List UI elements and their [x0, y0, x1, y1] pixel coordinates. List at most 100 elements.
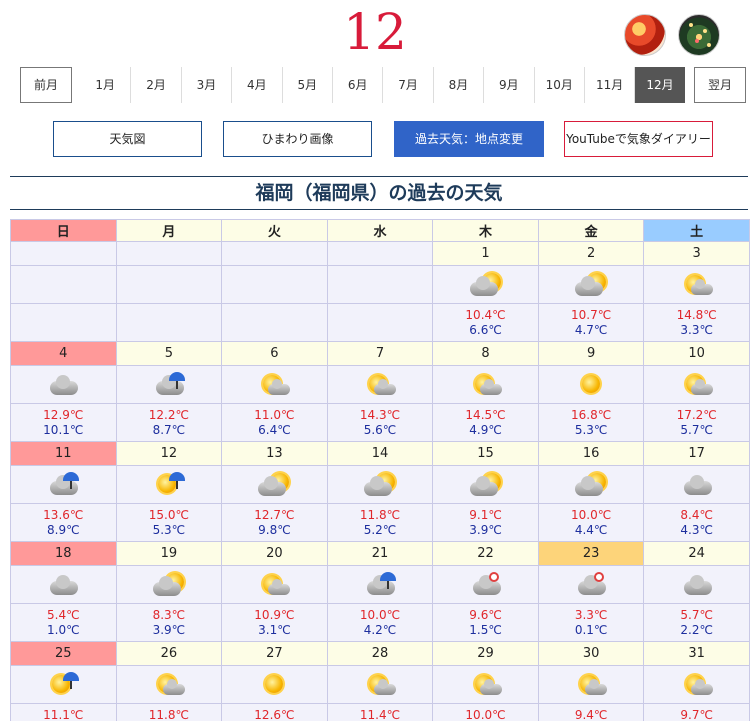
empty-temp-cell [326, 303, 434, 342]
weather-icon-cell[interactable] [643, 265, 750, 304]
himawari-image-button[interactable]: ひまわり画像 [223, 121, 372, 157]
weather-icon-cell[interactable] [432, 665, 539, 704]
weather-icon-cell[interactable] [115, 565, 223, 604]
month-tab-12[interactable]: 12月 [634, 67, 685, 103]
weather-icon-cell[interactable] [432, 465, 539, 504]
weather-icon-cell[interactable] [432, 265, 539, 304]
weather-icon-cell[interactable] [10, 365, 117, 404]
month-tab-3[interactable]: 3月 [180, 67, 231, 103]
next-month-button[interactable]: 翌月 [694, 67, 746, 103]
weather-icon-cell[interactable] [115, 665, 223, 704]
date-cell[interactable]: 18 [10, 541, 117, 566]
high-temp: 3.3℃ [574, 607, 608, 622]
date-cell[interactable]: 20 [221, 541, 328, 566]
date-cell[interactable]: 26 [115, 641, 223, 666]
prev-month-button[interactable]: 前月 [20, 67, 72, 103]
month-tab-1[interactable]: 1月 [80, 67, 130, 103]
weather-icon-cell[interactable] [326, 465, 434, 504]
month-tab-10[interactable]: 10月 [533, 67, 584, 103]
weather-icon-cell[interactable] [221, 465, 328, 504]
temperature-cell: 14.3℃ 5.6℃ [326, 403, 434, 442]
low-temp: 5.3℃ [574, 422, 608, 437]
weather-icon-cell[interactable] [10, 565, 117, 604]
page-title: 福岡（福岡県）の過去の天気 [10, 176, 748, 210]
weather-icon-cell[interactable] [221, 665, 328, 704]
date-cell[interactable]: 15 [432, 441, 539, 466]
month-tab-4[interactable]: 4月 [231, 67, 281, 103]
date-cell[interactable]: 6 [221, 341, 328, 366]
date-cell[interactable]: 30 [537, 641, 645, 666]
date-cell[interactable]: 31 [643, 641, 750, 666]
date-cell[interactable]: 17 [643, 441, 750, 466]
temperature-cell: 11.8℃2.7℃ [115, 703, 223, 721]
christmas-tree-avatar[interactable] [678, 14, 720, 56]
weather-icon-cell[interactable] [326, 665, 434, 704]
empty-date-cell [326, 241, 434, 266]
date-cell[interactable]: 7 [326, 341, 434, 366]
temperature-cell: 10.0℃4.2℃ [432, 703, 539, 721]
youtube-diary-button[interactable]: YouTubeで気象ダイアリー [564, 121, 713, 157]
date-cell[interactable]: 3 [643, 241, 750, 266]
weather-icon-cell[interactable] [221, 565, 328, 604]
weather-icon-cell[interactable] [643, 465, 750, 504]
temperature-cell: 10.4℃ 6.6℃ [432, 303, 539, 342]
date-cell[interactable]: 1 [432, 241, 539, 266]
date-cell[interactable]: 29 [432, 641, 539, 666]
weather-icon-cell[interactable] [537, 265, 645, 304]
weather-map-button[interactable]: 天気図 [53, 121, 202, 157]
low-temp: 8.9℃ [47, 522, 80, 537]
weather-icon-cell[interactable] [643, 665, 750, 704]
month-tab-7[interactable]: 7月 [382, 67, 432, 103]
date-cell[interactable]: 25 [10, 641, 117, 666]
temperature-cell: 11.8℃ 5.2℃ [326, 503, 434, 542]
date-cell[interactable]: 8 [432, 341, 539, 366]
date-cell[interactable]: 21 [326, 541, 434, 566]
month-tab-5[interactable]: 5月 [281, 67, 332, 103]
weather-icon-cell[interactable] [537, 365, 645, 404]
month-tab-6[interactable]: 6月 [331, 67, 382, 103]
cloud-icon [43, 372, 83, 398]
date-cell[interactable]: 16 [537, 441, 645, 466]
weather-icon-cell[interactable] [115, 365, 223, 404]
high-temp: 10.4℃ [465, 307, 506, 322]
date-cell[interactable]: 4 [10, 341, 117, 366]
date-cell[interactable]: 11 [10, 441, 117, 466]
temperature-cell: 10.9℃ 3.1℃ [221, 603, 328, 642]
autumn-leaves-avatar[interactable] [624, 14, 666, 56]
weather-icon-cell[interactable] [432, 365, 539, 404]
sun-cloud-icon [149, 672, 189, 698]
month-tab-2[interactable]: 2月 [130, 67, 180, 103]
date-cell[interactable]: 12 [115, 441, 223, 466]
weather-icon-cell[interactable] [221, 365, 328, 404]
weather-icon-cell[interactable] [537, 565, 645, 604]
weather-icon-cell[interactable] [326, 565, 434, 604]
date-cell[interactable]: 23 [537, 541, 645, 566]
weather-icon-cell[interactable] [115, 465, 223, 504]
date-cell[interactable]: 24 [643, 541, 750, 566]
weather-icon-cell[interactable] [643, 565, 750, 604]
date-cell[interactable]: 13 [221, 441, 328, 466]
weather-icon-cell[interactable] [10, 465, 117, 504]
weather-icon-cell[interactable] [537, 465, 645, 504]
change-location-button[interactable]: 過去天気：地点変更 [394, 121, 544, 157]
date-cell[interactable]: 10 [643, 341, 750, 366]
temperature-cell: 3.3℃ 0.1℃ [537, 603, 645, 642]
date-cell[interactable]: 2 [537, 241, 645, 266]
month-tab-11[interactable]: 11月 [583, 67, 634, 103]
weather-icon-cell[interactable] [537, 665, 645, 704]
weather-icon-cell[interactable] [10, 665, 117, 704]
weekday-header: 火 [221, 219, 328, 242]
month-tab-8[interactable]: 8月 [432, 67, 483, 103]
date-cell[interactable]: 9 [537, 341, 645, 366]
date-cell[interactable]: 19 [115, 541, 223, 566]
date-cell[interactable]: 14 [326, 441, 434, 466]
weather-icon-cell[interactable] [326, 365, 434, 404]
weather-icon-cell[interactable] [643, 365, 750, 404]
high-temp: 11.1℃ [43, 707, 84, 721]
month-tab-9[interactable]: 9月 [483, 67, 533, 103]
date-cell[interactable]: 28 [326, 641, 434, 666]
date-cell[interactable]: 27 [221, 641, 328, 666]
date-cell[interactable]: 5 [115, 341, 223, 366]
weather-icon-cell[interactable] [432, 565, 539, 604]
date-cell[interactable]: 22 [432, 541, 539, 566]
